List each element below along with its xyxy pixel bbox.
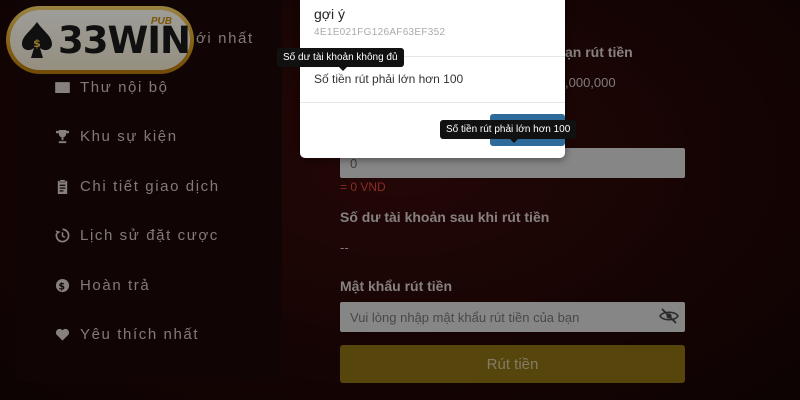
- brand-logo[interactable]: $ 33WIN PUB: [6, 6, 194, 74]
- envelope-icon: [54, 80, 70, 96]
- tooltip-insufficient-balance: Số dư tài khoản không đủ: [277, 48, 404, 71]
- withdraw-limit-text: ,000,000: [565, 75, 616, 90]
- history-icon: [54, 228, 70, 244]
- sidebar-item-label: Chi tiết giao dịch: [80, 178, 220, 195]
- sidebar-item-inbox[interactable]: Thư nội bộ: [54, 79, 169, 96]
- svg-text:$: $: [33, 37, 41, 50]
- spade-icon: $: [21, 22, 52, 58]
- eye-slash-icon[interactable]: [659, 308, 679, 324]
- sidebar-item-rebate[interactable]: $ Hoàn trả: [54, 277, 150, 294]
- trophy-icon: [54, 129, 70, 145]
- modal-title: gợi ý: [314, 6, 345, 22]
- dollar-circle-icon: $: [54, 278, 70, 294]
- withdraw-submit-button[interactable]: Rút tiền: [340, 345, 685, 383]
- modal-message: Số tiền rút phải lớn hơn 100: [314, 72, 464, 86]
- sidebar-item-events[interactable]: Khu sự kiện: [54, 128, 178, 145]
- logo-badge: PUB: [150, 16, 172, 27]
- sidebar-item-label: Lịch sử đặt cược: [80, 227, 219, 244]
- sidebar-item-label: Khu sự kiện: [80, 128, 178, 145]
- withdraw-password-label: Mật khẩu rút tiền: [340, 278, 453, 294]
- modal-divider: [300, 102, 565, 103]
- withdraw-amount-label: ạn rút tiền: [565, 44, 633, 60]
- sidebar-item-bet-history[interactable]: Lịch sử đặt cược: [54, 227, 219, 244]
- balance-after-label: Số dư tài khoản sau khi rút tiền: [340, 209, 550, 225]
- withdraw-password-input[interactable]: [340, 302, 685, 332]
- tooltip-min-amount: Số tiền rút phải lớn hơn 100: [440, 120, 577, 143]
- svg-text:$: $: [58, 281, 66, 292]
- sidebar-item-label: Hoàn trả: [80, 277, 151, 294]
- heart-icon: [54, 327, 70, 343]
- sidebar-item-label: Thư nội bộ: [80, 79, 169, 96]
- sidebar-item-transactions[interactable]: Chi tiết giao dịch: [54, 178, 220, 195]
- clipboard-icon: [54, 179, 70, 195]
- modal-code: 4E1E021FG126AF63EF352: [314, 27, 446, 38]
- sidebar-item-newest[interactable]: ới nhất: [196, 30, 254, 47]
- sidebar-item-favorites[interactable]: Yêu thích nhất: [54, 326, 199, 343]
- balance-after-value: --: [340, 240, 349, 255]
- amount-conversion-text: = 0 VND: [340, 180, 386, 194]
- sidebar-item-label: Yêu thích nhất: [80, 326, 200, 343]
